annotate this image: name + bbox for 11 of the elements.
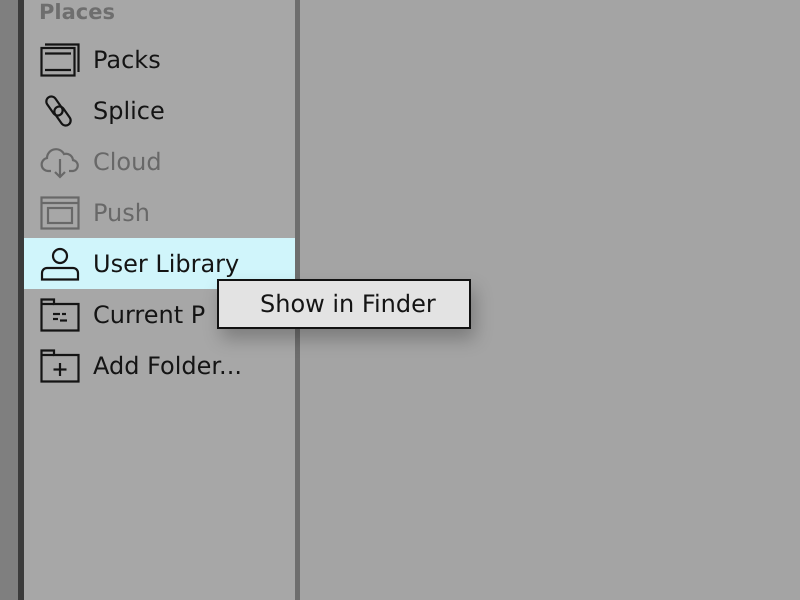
person-icon — [40, 246, 80, 280]
sidebar-item[interactable]: User Library — [24, 238, 295, 289]
stacked-windows-icon — [40, 42, 80, 76]
section-heading: Places — [38, 0, 115, 26]
folder-icon — [40, 298, 80, 332]
sidebar-item[interactable]: Current P — [24, 289, 222, 340]
sidebar-item[interactable]: Splice — [24, 85, 181, 136]
sidebar-item[interactable]: Packs — [24, 34, 177, 85]
window-frame-icon — [40, 196, 80, 230]
folder-plus-icon — [40, 348, 80, 382]
sidebar-item[interactable]: Add Folder... — [24, 340, 258, 391]
